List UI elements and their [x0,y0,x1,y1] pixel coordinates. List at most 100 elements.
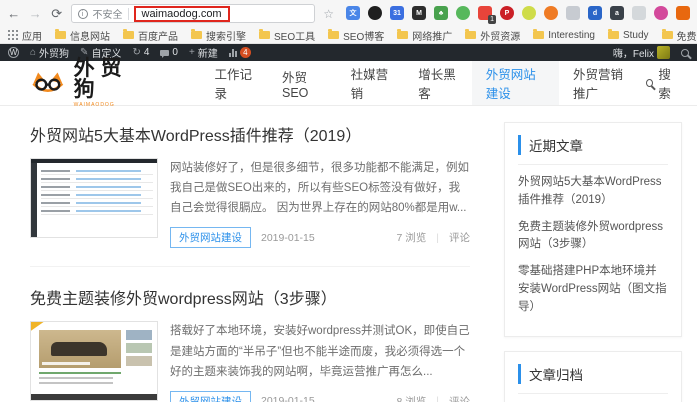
folder-icon [191,29,202,39]
bookmark-folder[interactable]: Study [607,29,649,41]
back-icon[interactable]: ← [6,6,22,21]
update-icon: ↻ [132,47,141,58]
pinterest-extension[interactable]: P [500,6,515,21]
thumbnail-detail [126,330,152,369]
bookmark-folder[interactable]: 外贸资源 [465,28,520,43]
thumbnail-detail [31,163,37,237]
plus-icon: + [188,47,195,58]
url-text-highlighted[interactable]: waimaodog.com [133,5,230,22]
reload-icon[interactable]: ⟳ [49,6,65,22]
browser-window: ← → ⟳ i 不安全 waimaodog.com ☆ 文 31 M ♣ 1 P… [0,0,697,402]
bookmark-folder[interactable]: 网络推广 [397,28,452,43]
forward-icon[interactable]: → [28,6,44,21]
apps-label: 应用 [22,31,42,43]
stats-icon [228,48,237,57]
sidebar-recent-post-link[interactable]: 零基础搭建PHP本地环境并安装WordPress网站（图文指导） [518,263,668,316]
sidebar-recent-post-link[interactable]: 免费主题装修外贸wordpress网站（3步骤） [518,219,668,255]
yellow-circle-extension[interactable] [522,6,537,21]
post-title-link[interactable]: 免费主题装修外贸wordpress网站（3步骤） [30,285,470,309]
red-notification-extension[interactable]: 1 [478,6,496,24]
post-excerpt: 网站装修好了，但是很多细节，很多功能都不能满足，例如我自己是做SEO出来的，所以… [170,162,469,215]
category-tag[interactable]: 外贸网站建设 [170,227,251,249]
post-date: 2019-01-15 [261,231,315,244]
extension-icons-row: 文 31 M ♣ 1 P d a [346,6,691,24]
translate-extension[interactable]: 文 [346,6,361,21]
sidebar: 近期文章 外贸网站5大基本WordPress插件推荐（2019） 免费主题装修外… [504,122,682,402]
greeting-label: 嗨，Felix [612,49,654,60]
nav-item[interactable]: 工作记录 [200,61,268,105]
calendar-extension[interactable]: 31 [390,6,405,21]
site-logo[interactable]: 外贸狗 WAIMAODOG [30,58,142,108]
bookmark-star-icon[interactable]: ☆ [323,7,334,21]
search-label: 搜索 [658,68,671,101]
blue-d-extension[interactable]: d [588,6,603,21]
comments-menu[interactable]: 0 [160,47,178,58]
apps-grid-icon [8,30,18,40]
folder-icon [397,29,409,39]
bookmark-folder[interactable]: Interesting [533,29,595,41]
meta-divider: | [436,395,439,402]
apps-shortcut[interactable]: 应用 [8,28,42,43]
archives-widget: 文章归档 2019年一月 [504,350,682,402]
folder-icon [661,29,673,39]
folder-icon [123,29,134,39]
comments-link[interactable]: 评论 [449,230,470,245]
meta-divider: | [436,231,439,244]
account-menu[interactable]: 嗨，Felix [613,45,670,60]
nav-item[interactable]: 外贸营销推广 [559,61,646,105]
pink-circle-extension[interactable] [654,6,669,21]
avatar [657,46,670,59]
bookmark-folder[interactable]: 免费资源 [661,28,697,43]
adminbar-search-icon[interactable] [681,48,689,57]
page-content: 外贸网站5大基本WordPress插件推荐（2019） 网站装修好了，但是很多细… [0,106,697,402]
home-icon: ⌂ [30,47,37,58]
nav-item[interactable]: 外贸网站建设 [471,61,560,105]
thumbnail-detail [39,372,121,387]
post-excerpt: 搭载好了本地环境，安装好wordpress并测试OK，即使自己是建站方面的“半吊… [170,325,470,378]
post-title-link[interactable]: 外贸网站5大基本WordPress插件推荐（2019） [30,122,470,146]
dog-logo-icon [32,72,64,92]
bookmark-folder[interactable]: 百度产品 [123,28,178,43]
wp-logo-menu[interactable]: W [8,47,19,58]
post-date: 2019-01-15 [261,395,315,402]
folder-icon [328,29,340,39]
light-gray-extension[interactable] [632,6,647,21]
nav-item[interactable]: 增长黑客 [404,61,472,105]
bookmark-folder[interactable]: SEO博客 [328,28,384,43]
info-icon[interactable]: i [77,8,88,19]
address-bar[interactable]: i 不安全 waimaodog.com [70,4,316,23]
plugin-notifications-menu[interactable]: 4 [228,47,251,58]
bookmark-folder[interactable]: 搜索引擎 [191,28,246,43]
folder-icon [465,29,477,39]
site-header: 外贸狗 WAIMAODOG 工作记录 外贸SEO 社媒营销 增长黑客 外贸网站建… [0,58,697,108]
view-count: 8 浏览 [396,395,427,402]
nav-item[interactable]: 社媒营销 [337,61,405,105]
tree-extension[interactable]: ♣ [434,6,449,21]
nav-item[interactable]: 外贸SEO [268,61,337,105]
orange-gear-extension[interactable] [544,6,559,21]
thumbnail-detail [51,342,107,357]
bookmark-folder[interactable]: 信息网站 [55,28,110,43]
orange-partial-extension[interactable] [676,6,691,21]
updates-menu[interactable]: ↻ 4 [132,47,149,58]
post-thumbnail[interactable] [30,321,158,402]
logo-text: 外贸狗 [73,57,128,101]
m-extension[interactable]: M [412,6,427,21]
post-thumbnail[interactable] [30,158,158,238]
dark-circle-extension[interactable] [368,6,383,21]
notification-badge: 4 [239,47,251,58]
category-tag[interactable]: 外贸网站建设 [170,390,251,402]
folder-icon [533,29,545,39]
browser-toolbar: ← → ⟳ i 不安全 waimaodog.com ☆ 文 31 M ♣ 1 P… [0,0,697,27]
dark-a-extension[interactable]: a [610,6,625,21]
evernote-extension[interactable] [456,6,471,21]
post-item: 免费主题装修外贸wordpress网站（3步骤） 搭载好了本地环境，安装好wor… [30,285,470,402]
header-search[interactable]: 搜索 [646,64,679,102]
main-nav: 工作记录 外贸SEO 社媒营销 增长黑客 外贸网站建设 外贸营销推广 [200,61,646,105]
comments-link[interactable]: 评论 [449,394,470,402]
recent-posts-widget: 近期文章 外贸网站5大基本WordPress插件推荐（2019） 免费主题装修外… [504,122,682,337]
new-content-menu[interactable]: + 新建 [189,45,218,60]
gray-extension[interactable] [566,6,581,21]
bookmark-folder[interactable]: SEO工具 [259,28,315,43]
sidebar-recent-post-link[interactable]: 外贸网站5大基本WordPress插件推荐（2019） [518,174,668,210]
